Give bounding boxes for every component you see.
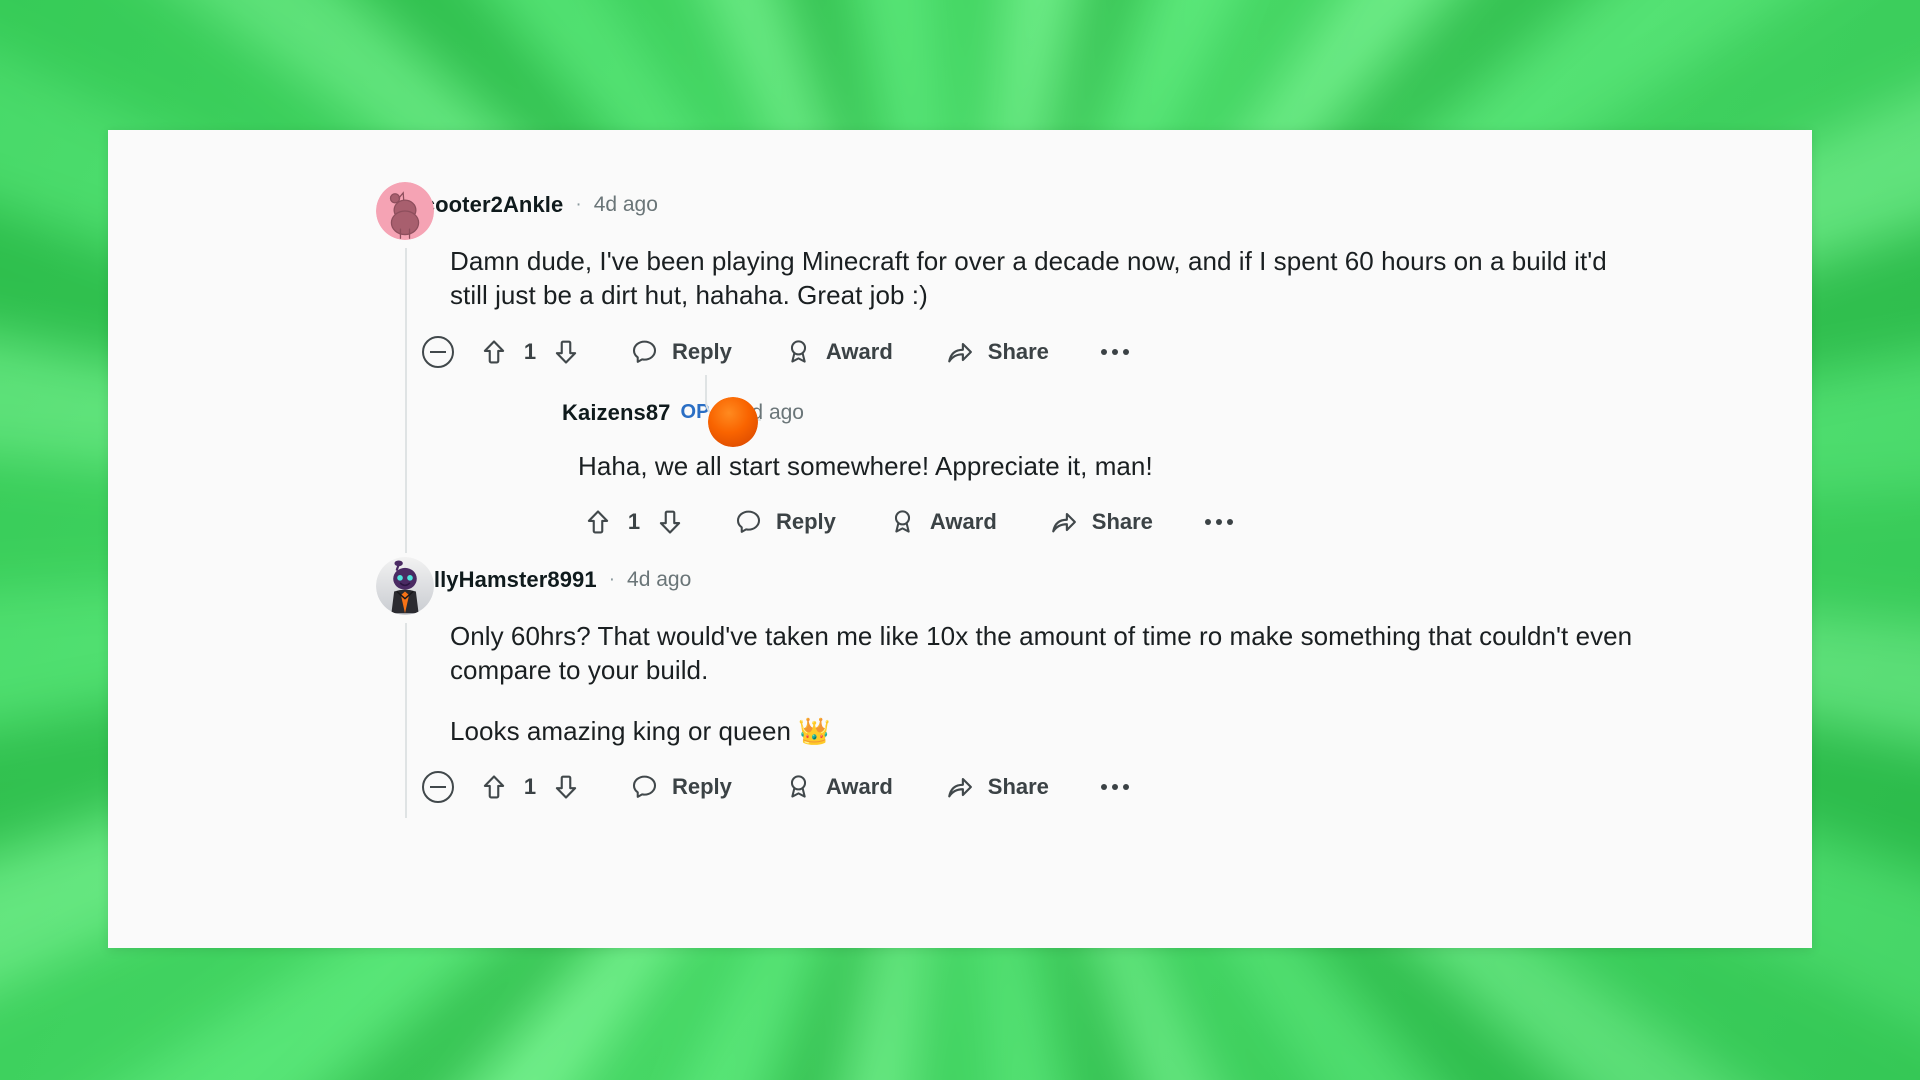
vote-count: 1 [627,508,641,534]
comment: JollyHamster8991 · 4d ago Only 60hrs? That … [108,556,1812,818]
comment-action-bar: 1 Reply Award Share [408,321,1752,383]
more-options-button[interactable] [1093,774,1137,800]
vote-count: 1 [523,338,537,364]
upvote-arrow-icon [583,507,613,537]
more-ellipsis-icon [1111,783,1118,790]
comment-paragraph: Only 60hrs? That would've taken me like … [450,620,1633,686]
comment: Scooter2Ankle · 4d ago Damn dude, I've been… [108,182,1812,553]
comment-action-bar: 1 Reply Award Share [408,756,1752,818]
comment-timestamp: 4d ago [593,193,658,216]
comment-action-bar: 1 Reply Award Share [462,491,1752,553]
reply-button-label: Reply [776,508,836,534]
award-button-label: Award [825,338,893,364]
comment-header: JollyHamster8991 · 4d ago [408,557,1752,603]
comment-author-username[interactable]: Kaizens87 [562,400,671,426]
comment-paragraph: Haha, we all start somewhere! Appreciate… [578,450,1153,481]
share-arrow-icon [1049,507,1079,537]
downvote-arrow-icon [551,337,581,367]
upvote-arrow-icon [479,772,509,802]
reply-button[interactable]: Reply [616,766,746,807]
vote-group: 1 [578,502,690,542]
award-button[interactable]: Award [770,766,907,807]
reply-button[interactable]: Reply [720,501,850,542]
speech-bubble-icon [734,507,763,536]
share-button-label: Share [987,338,1049,364]
more-ellipsis-icon [1122,348,1129,355]
downvote-button[interactable] [546,767,586,807]
downvote-arrow-icon [655,507,685,537]
downvote-button[interactable] [546,332,586,372]
downvote-button[interactable] [650,502,690,542]
award-button[interactable]: Award [770,331,907,372]
collapse-thread-button[interactable] [422,770,454,803]
share-button[interactable]: Share [931,766,1063,808]
comment-body: Haha, we all start somewhere! Appreciate… [462,435,1752,483]
avatar[interactable] [708,396,758,447]
reply-button-label: Reply [672,338,732,364]
comment-timestamp: 4d ago [627,567,692,591]
meta-separator: · [575,194,582,215]
upvote-button[interactable] [578,502,618,542]
share-button[interactable]: Share [1035,501,1167,543]
comment-header: Scooter2Ankle · 4d ago [408,182,1752,228]
downvote-arrow-icon [551,772,581,802]
award-button-label: Award [825,773,893,799]
comment-body: Damn dude, I've been playing Minecraft f… [408,228,1752,313]
award-button-label: Award [929,508,997,534]
avatar[interactable] [376,182,434,240]
award-ribbon-icon [784,772,813,801]
thread-line[interactable] [405,248,407,553]
share-button[interactable]: Share [931,331,1063,373]
comment-thread-card: Scooter2Ankle · 4d ago Damn dude, I've been… [108,130,1812,948]
vote-group: 1 [474,332,586,372]
comment-author-username[interactable]: JollyHamster8991 [408,567,597,593]
upvote-arrow-icon [479,337,509,367]
speech-bubble-icon [630,772,659,801]
reply-button-label: Reply [672,773,732,799]
meta-separator: · [608,568,616,590]
more-options-button[interactable] [1197,509,1241,535]
award-ribbon-icon [784,337,813,366]
share-arrow-icon [945,337,975,367]
comment-header: Kaizens87OP·4d ago [462,391,1752,435]
comment-reply: Kaizens87OP·4d ago Haha, we all start som… [408,374,1752,553]
vote-count: 1 [523,773,537,799]
share-arrow-icon [945,772,975,802]
more-ellipsis-icon [1111,348,1118,355]
more-ellipsis-icon [1226,518,1233,525]
more-ellipsis-icon [1100,348,1107,355]
thread-line[interactable] [405,622,407,818]
more-options-button[interactable] [1093,339,1137,365]
more-ellipsis-icon [1100,783,1107,790]
upvote-button[interactable] [474,332,514,372]
more-ellipsis-icon [1215,518,1222,525]
comment-paragraph: Looks amazing king or queen 👑 [450,715,831,746]
award-button[interactable]: Award [874,501,1011,542]
reply-button[interactable]: Reply [616,331,746,372]
more-ellipsis-icon [1204,518,1211,525]
share-button-label: Share [987,773,1049,799]
comment-paragraph: Damn dude, I've been playing Minecraft f… [450,246,1607,311]
more-ellipsis-icon [1122,783,1129,790]
comment-body: Only 60hrs? That would've taken me like … [408,603,1752,748]
award-ribbon-icon [888,507,917,536]
speech-bubble-icon [630,337,659,366]
avatar[interactable] [376,556,434,615]
vote-group: 1 [474,767,586,807]
upvote-button[interactable] [474,767,514,807]
collapse-thread-button[interactable] [422,335,454,368]
share-button-label: Share [1091,508,1153,534]
comment-list: Scooter2Ankle · 4d ago Damn dude, I've been… [108,130,1812,818]
